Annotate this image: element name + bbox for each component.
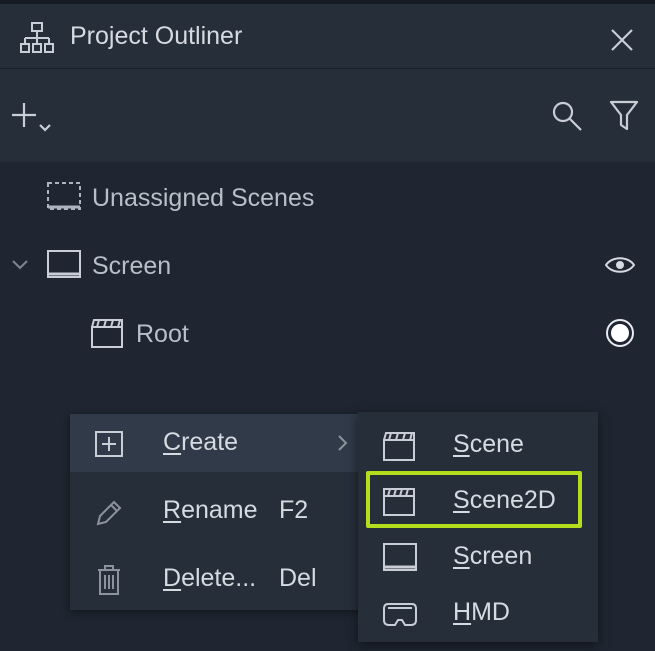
chevron-down-icon	[39, 124, 51, 132]
tree-item-root[interactable]: Root	[0, 302, 655, 362]
tree-item-label: Unassigned Scenes	[92, 184, 315, 212]
submenu-item-label: HMD	[453, 598, 510, 626]
tree-item-label: Root	[136, 320, 189, 348]
eye-icon[interactable]	[604, 254, 636, 276]
pencil-icon	[96, 500, 122, 526]
context-menu: Create Rename F2 Delete... Del	[70, 414, 358, 610]
submenu-item-label: Scene2D	[453, 486, 556, 514]
submenu-item-scene2d[interactable]: Scene2D	[358, 472, 598, 528]
submenu-item-scene[interactable]: Scene	[358, 416, 598, 472]
dashed-screen-icon	[47, 182, 81, 210]
menu-item-label: Create	[163, 428, 239, 456]
menu-item-label: Delete...	[163, 564, 257, 592]
hierarchy-icon	[20, 21, 54, 55]
tree-item-label: Screen	[92, 252, 172, 280]
submenu-item-screen[interactable]: Screen	[358, 528, 598, 584]
clapperboard-icon	[383, 432, 415, 461]
menu-item-shortcut: F2	[279, 496, 309, 524]
chevron-down-icon	[12, 260, 28, 270]
clapperboard-2d-icon	[383, 488, 415, 516]
submenu-item-hmd[interactable]: HMD	[358, 584, 598, 640]
menu-item-delete[interactable]: Delete... Del	[70, 550, 358, 608]
menu-item-shortcut: Del	[279, 564, 317, 592]
panel-title: Project Outliner	[70, 22, 243, 50]
submenu-item-label: Scene	[453, 430, 524, 458]
screen-icon	[47, 250, 81, 278]
search-icon[interactable]	[550, 99, 584, 133]
trash-icon	[98, 565, 120, 595]
plus-box-icon	[95, 431, 123, 457]
create-submenu: Scene Scene2D Screen HMD	[358, 412, 598, 642]
close-icon[interactable]	[604, 22, 640, 58]
menu-item-create[interactable]: Create	[70, 414, 358, 472]
chevron-right-icon	[338, 435, 348, 451]
outliner-toolbar	[0, 68, 655, 163]
clapperboard-icon	[91, 319, 123, 348]
menu-item-rename[interactable]: Rename F2	[70, 482, 358, 540]
filter-icon[interactable]	[608, 99, 640, 133]
add-icon	[12, 103, 36, 127]
submenu-item-label: Screen	[453, 542, 533, 570]
screen-icon	[383, 543, 417, 571]
tree-item-screen[interactable]: Screen	[0, 234, 655, 294]
menu-item-label: Rename	[163, 496, 258, 524]
tree-item-unassigned-scenes[interactable]: Unassigned Scenes	[0, 166, 655, 226]
radio-selected-icon[interactable]	[605, 318, 635, 348]
add-dropdown-button[interactable]	[10, 99, 54, 139]
vr-headset-icon	[383, 603, 417, 626]
panel-title-bar: Project Outliner	[0, 4, 655, 68]
